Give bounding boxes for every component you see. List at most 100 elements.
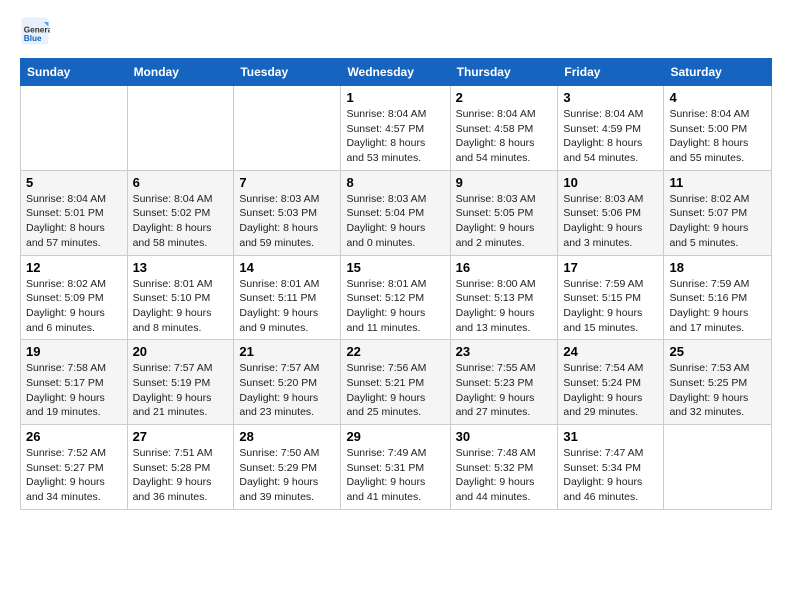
day-info: Sunrise: 8:03 AM Sunset: 5:04 PM Dayligh… (346, 192, 444, 251)
day-number: 21 (239, 344, 335, 359)
calendar-week-5: 26Sunrise: 7:52 AM Sunset: 5:27 PM Dayli… (21, 425, 772, 510)
calendar-cell (664, 425, 772, 510)
day-number: 12 (26, 260, 122, 275)
day-info: Sunrise: 8:02 AM Sunset: 5:07 PM Dayligh… (669, 192, 766, 251)
calendar-cell: 8 Sunrise: 8:03 AM Sunset: 5:04 PM Daylig… (341, 170, 450, 255)
calendar-cell: 25Sunrise: 7:53 AM Sunset: 5:25 PM Dayli… (664, 340, 772, 425)
calendar-cell: 23Sunrise: 7:55 AM Sunset: 5:23 PM Dayli… (450, 340, 558, 425)
calendar-cell: 4Sunrise: 8:04 AM Sunset: 5:00 PM Daylig… (664, 86, 772, 171)
calendar-cell (234, 86, 341, 171)
calendar-week-2: 5 Sunrise: 8:04 AM Sunset: 5:01 PM Daylig… (21, 170, 772, 255)
day-number: 26 (26, 429, 122, 444)
calendar-cell (21, 86, 128, 171)
calendar-cell: 15 Sunrise: 8:01 AM Sunset: 5:12 PM Dayli… (341, 255, 450, 340)
day-header-thursday: Thursday (450, 59, 558, 86)
header: General Blue (20, 16, 772, 46)
day-info: Sunrise: 8:04 AM Sunset: 4:57 PM Dayligh… (346, 107, 444, 166)
day-number: 11 (669, 175, 766, 190)
logo-icon: General Blue (20, 16, 50, 46)
day-number: 3 (563, 90, 658, 105)
calendar-cell: 12 Sunrise: 8:02 AM Sunset: 5:09 PM Dayli… (21, 255, 128, 340)
calendar-cell: 7Sunrise: 8:03 AM Sunset: 5:03 PM Daylig… (234, 170, 341, 255)
day-info: Sunrise: 7:59 AM Sunset: 5:16 PM Dayligh… (669, 277, 766, 336)
day-info: Sunrise: 8:01 AM Sunset: 5:11 PM Dayligh… (239, 277, 335, 336)
day-info: Sunrise: 7:58 AM Sunset: 5:17 PM Dayligh… (26, 361, 122, 420)
day-info: Sunrise: 7:54 AM Sunset: 5:24 PM Dayligh… (563, 361, 658, 420)
day-number: 4 (669, 90, 766, 105)
calendar-cell: 11 Sunrise: 8:02 AM Sunset: 5:07 PM Dayli… (664, 170, 772, 255)
calendar-cell: 10 Sunrise: 8:03 AM Sunset: 5:06 PM Dayli… (558, 170, 664, 255)
day-number: 8 (346, 175, 444, 190)
day-number: 29 (346, 429, 444, 444)
day-info: Sunrise: 7:56 AM Sunset: 5:21 PM Dayligh… (346, 361, 444, 420)
day-number: 6 (133, 175, 229, 190)
day-number: 17 (563, 260, 658, 275)
day-info: Sunrise: 8:01 AM Sunset: 5:12 PM Dayligh… (346, 277, 444, 336)
day-info: Sunrise: 7:55 AM Sunset: 5:23 PM Dayligh… (456, 361, 553, 420)
day-number: 15 (346, 260, 444, 275)
calendar-cell: 24 Sunrise: 7:54 AM Sunset: 5:24 PM Dayli… (558, 340, 664, 425)
day-info: Sunrise: 8:04 AM Sunset: 5:01 PM Dayligh… (26, 192, 122, 251)
day-number: 30 (456, 429, 553, 444)
day-number: 19 (26, 344, 122, 359)
calendar-cell: 22 Sunrise: 7:56 AM Sunset: 5:21 PM Dayli… (341, 340, 450, 425)
day-info: Sunrise: 7:59 AM Sunset: 5:15 PM Dayligh… (563, 277, 658, 336)
calendar-cell: 29 Sunrise: 7:49 AM Sunset: 5:31 PM Dayli… (341, 425, 450, 510)
calendar-body: 1 Sunrise: 8:04 AM Sunset: 4:57 PM Daylig… (21, 86, 772, 510)
calendar-cell: 6 Sunrise: 8:04 AM Sunset: 5:02 PM Daylig… (127, 170, 234, 255)
day-info: Sunrise: 7:50 AM Sunset: 5:29 PM Dayligh… (239, 446, 335, 505)
calendar-cell: 27Sunrise: 7:51 AM Sunset: 5:28 PM Dayli… (127, 425, 234, 510)
calendar-cell: 19 Sunrise: 7:58 AM Sunset: 5:17 PM Dayli… (21, 340, 128, 425)
calendar-week-4: 19 Sunrise: 7:58 AM Sunset: 5:17 PM Dayli… (21, 340, 772, 425)
day-info: Sunrise: 8:00 AM Sunset: 5:13 PM Dayligh… (456, 277, 553, 336)
day-header-saturday: Saturday (664, 59, 772, 86)
calendar-cell: 9Sunrise: 8:03 AM Sunset: 5:05 PM Daylig… (450, 170, 558, 255)
day-number: 13 (133, 260, 229, 275)
calendar-cell: 2Sunrise: 8:04 AM Sunset: 4:58 PM Daylig… (450, 86, 558, 171)
day-info: Sunrise: 8:02 AM Sunset: 5:09 PM Dayligh… (26, 277, 122, 336)
day-info: Sunrise: 8:04 AM Sunset: 5:02 PM Dayligh… (133, 192, 229, 251)
calendar-cell: 3 Sunrise: 8:04 AM Sunset: 4:59 PM Daylig… (558, 86, 664, 171)
calendar-cell (127, 86, 234, 171)
logo: General Blue (20, 16, 54, 46)
day-number: 16 (456, 260, 553, 275)
calendar-cell: 26Sunrise: 7:52 AM Sunset: 5:27 PM Dayli… (21, 425, 128, 510)
day-number: 20 (133, 344, 229, 359)
day-info: Sunrise: 7:51 AM Sunset: 5:28 PM Dayligh… (133, 446, 229, 505)
day-number: 1 (346, 90, 444, 105)
calendar-cell: 5 Sunrise: 8:04 AM Sunset: 5:01 PM Daylig… (21, 170, 128, 255)
day-info: Sunrise: 7:53 AM Sunset: 5:25 PM Dayligh… (669, 361, 766, 420)
day-number: 18 (669, 260, 766, 275)
calendar-table: SundayMondayTuesdayWednesdayThursdayFrid… (20, 58, 772, 510)
calendar-week-3: 12 Sunrise: 8:02 AM Sunset: 5:09 PM Dayli… (21, 255, 772, 340)
day-info: Sunrise: 7:49 AM Sunset: 5:31 PM Dayligh… (346, 446, 444, 505)
calendar-cell: 14 Sunrise: 8:01 AM Sunset: 5:11 PM Dayli… (234, 255, 341, 340)
day-number: 28 (239, 429, 335, 444)
day-number: 31 (563, 429, 658, 444)
calendar-cell: 21 Sunrise: 7:57 AM Sunset: 5:20 PM Dayli… (234, 340, 341, 425)
day-info: Sunrise: 8:01 AM Sunset: 5:10 PM Dayligh… (133, 277, 229, 336)
day-number: 5 (26, 175, 122, 190)
day-info: Sunrise: 8:03 AM Sunset: 5:03 PM Dayligh… (239, 192, 335, 251)
day-number: 2 (456, 90, 553, 105)
day-info: Sunrise: 8:03 AM Sunset: 5:06 PM Dayligh… (563, 192, 658, 251)
calendar-cell: 28 Sunrise: 7:50 AM Sunset: 5:29 PM Dayli… (234, 425, 341, 510)
day-info: Sunrise: 7:57 AM Sunset: 5:20 PM Dayligh… (239, 361, 335, 420)
calendar-cell: 13 Sunrise: 8:01 AM Sunset: 5:10 PM Dayli… (127, 255, 234, 340)
calendar-cell: 17 Sunrise: 7:59 AM Sunset: 5:15 PM Dayli… (558, 255, 664, 340)
day-number: 9 (456, 175, 553, 190)
calendar-cell: 18 Sunrise: 7:59 AM Sunset: 5:16 PM Dayli… (664, 255, 772, 340)
day-info: Sunrise: 7:48 AM Sunset: 5:32 PM Dayligh… (456, 446, 553, 505)
day-header-friday: Friday (558, 59, 664, 86)
day-header-wednesday: Wednesday (341, 59, 450, 86)
calendar-cell: 16 Sunrise: 8:00 AM Sunset: 5:13 PM Dayli… (450, 255, 558, 340)
day-info: Sunrise: 8:04 AM Sunset: 4:59 PM Dayligh… (563, 107, 658, 166)
calendar-week-1: 1 Sunrise: 8:04 AM Sunset: 4:57 PM Daylig… (21, 86, 772, 171)
day-number: 24 (563, 344, 658, 359)
day-number: 22 (346, 344, 444, 359)
day-number: 10 (563, 175, 658, 190)
svg-text:Blue: Blue (24, 34, 42, 43)
day-number: 14 (239, 260, 335, 275)
calendar-cell: 30 Sunrise: 7:48 AM Sunset: 5:32 PM Dayli… (450, 425, 558, 510)
day-info: Sunrise: 7:47 AM Sunset: 5:34 PM Dayligh… (563, 446, 658, 505)
